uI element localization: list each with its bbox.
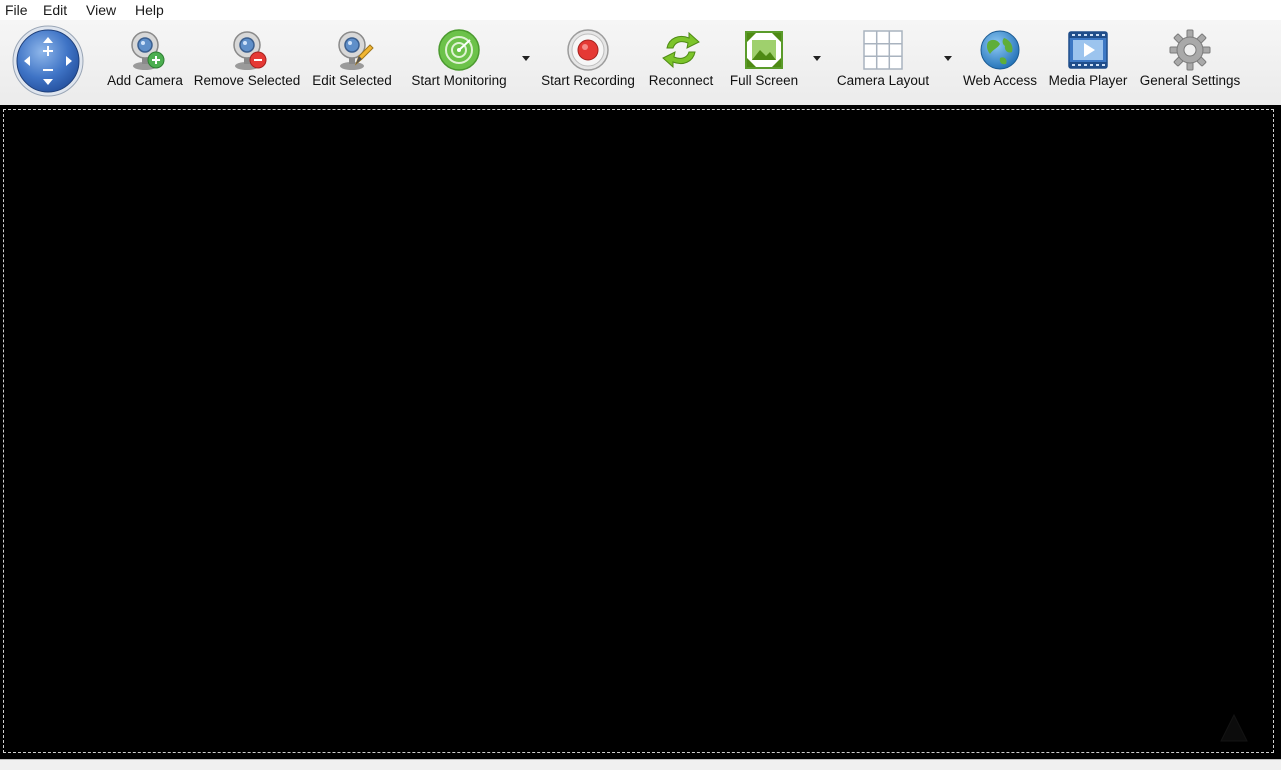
camera-edit-icon: [338, 31, 374, 70]
add-camera-button[interactable]: Add Camera: [103, 20, 187, 100]
remove-selected-label: Remove Selected: [193, 73, 301, 88]
menu-bar: File Edit View Help: [0, 0, 1281, 20]
ptz-control[interactable]: [12, 25, 84, 97]
camera-add-icon: [131, 31, 165, 70]
general-settings-label: General Settings: [1139, 73, 1241, 88]
menu-edit[interactable]: Edit: [43, 2, 67, 18]
web-access-button[interactable]: Web Access: [960, 20, 1040, 100]
reconnect-button[interactable]: Reconnect: [644, 20, 718, 100]
edit-selected-button[interactable]: Edit Selected: [307, 20, 397, 100]
grid-layout-icon: [863, 30, 903, 70]
web-access-label: Web Access: [962, 73, 1038, 88]
reconnect-label: Reconnect: [648, 73, 714, 88]
camera-view-area[interactable]: [0, 105, 1281, 759]
full-screen-button[interactable]: Full Screen: [727, 20, 801, 100]
menu-view[interactable]: View: [86, 2, 116, 18]
menu-file[interactable]: File: [5, 2, 28, 18]
full-screen-label: Full Screen: [729, 73, 799, 88]
camera-layout-button[interactable]: Camera Layout: [832, 20, 934, 100]
camera-view-selection-border: [3, 109, 1274, 753]
monitoring-radar-icon: [438, 29, 480, 71]
remove-selected-button[interactable]: Remove Selected: [192, 20, 302, 100]
reconnect-arrows-icon: [662, 31, 700, 69]
camera-layout-dropdown-arrow-icon[interactable]: [943, 55, 953, 63]
camera-layout-label: Camera Layout: [836, 73, 930, 88]
status-bar: [0, 759, 1281, 770]
menu-help[interactable]: Help: [135, 2, 164, 18]
gear-icon: [1169, 29, 1211, 71]
add-camera-label: Add Camera: [107, 73, 183, 88]
globe-icon: [980, 30, 1020, 70]
start-recording-label: Start Recording: [541, 73, 635, 88]
media-player-button[interactable]: Media Player: [1046, 20, 1130, 100]
monitoring-dropdown-arrow-icon[interactable]: [521, 55, 531, 63]
start-recording-button[interactable]: Start Recording: [538, 20, 638, 100]
media-player-label: Media Player: [1048, 73, 1128, 88]
edit-selected-label: Edit Selected: [312, 73, 392, 88]
start-monitoring-button[interactable]: Start Monitoring: [405, 20, 513, 100]
full-screen-icon: [745, 31, 783, 69]
start-monitoring-label: Start Monitoring: [411, 73, 507, 88]
record-icon: [567, 29, 609, 71]
film-play-icon: [1068, 31, 1108, 69]
full-screen-dropdown-arrow-icon[interactable]: [812, 55, 822, 63]
camera-remove-icon: [233, 31, 267, 70]
watermark-logo-icon: [1220, 713, 1248, 742]
toolbar: Add Camera Remove Selected Edit Selected: [0, 20, 1281, 106]
ptz-direction-icon: [12, 25, 84, 97]
general-settings-button[interactable]: General Settings: [1136, 20, 1244, 100]
